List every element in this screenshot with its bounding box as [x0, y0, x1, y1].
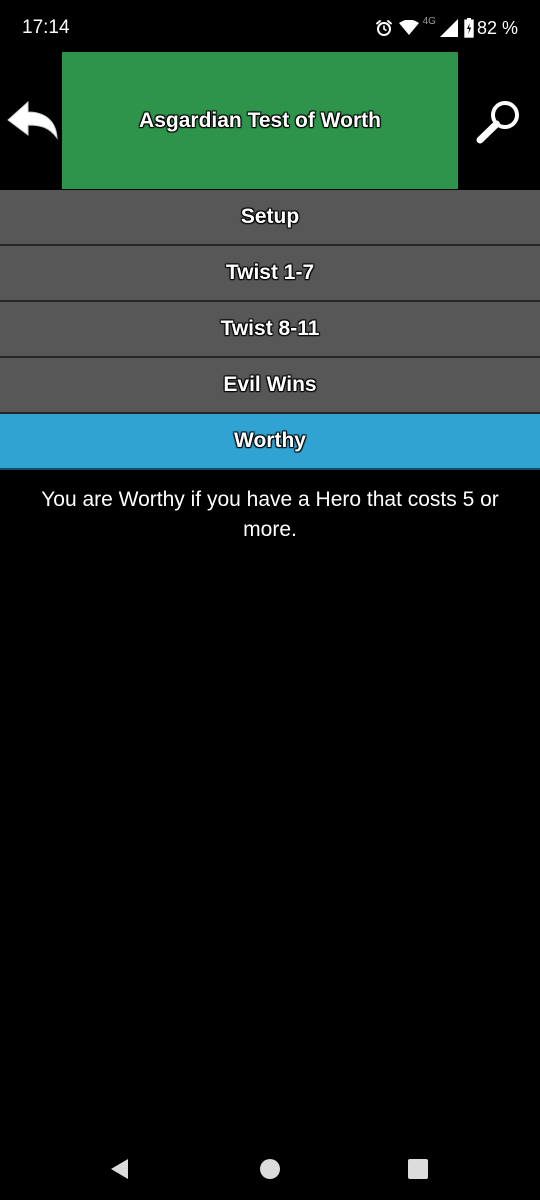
nav-back-icon [111, 1159, 128, 1179]
menu-item-label: Twist 1-7 [225, 261, 315, 284]
alarm-icon [375, 19, 393, 37]
section-description: You are Worthy if you have a Hero that c… [41, 488, 499, 541]
menu-item-twist-1-7[interactable]: Twist 1-7 [0, 246, 540, 302]
title-banner: Asgardian Test of Worth [62, 52, 458, 189]
status-time: 17:14 [22, 17, 70, 38]
nav-recents-icon [408, 1159, 428, 1179]
system-nav-bar [0, 1140, 540, 1196]
nav-home-icon [260, 1159, 280, 1179]
signal-icon [439, 19, 458, 37]
menu-item-setup[interactable]: Setup [0, 190, 540, 246]
status-icons: 4G 82 % [369, 14, 518, 42]
menu-item-worthy[interactable]: Worthy [0, 414, 540, 470]
nav-recents-button[interactable] [405, 1156, 431, 1182]
scheme-menu: Setup Twist 1-7 Twist 8-11 Evil Wins Wor… [0, 190, 540, 470]
battery-icon [464, 18, 474, 38]
menu-item-label: Twist 8-11 [220, 317, 320, 340]
menu-item-label: Evil Wins [223, 373, 317, 396]
back-button[interactable] [4, 98, 60, 148]
nav-back-button[interactable] [106, 1156, 132, 1182]
back-arrow-icon [7, 100, 58, 140]
app-screen: 17:14 4G 82 % Asgardian Test of Worth Se… [0, 0, 540, 1200]
page-title: Asgardian Test of Worth [139, 108, 381, 132]
search-button[interactable] [474, 98, 524, 146]
nav-home-button[interactable] [257, 1156, 283, 1182]
status-bar: 17:14 4G 82 % [0, 0, 540, 52]
wifi-icon [398, 20, 419, 36]
network-type-label: 4G [422, 15, 436, 27]
search-icon [476, 101, 519, 144]
menu-item-twist-8-11[interactable]: Twist 8-11 [0, 302, 540, 358]
menu-item-evil-wins[interactable]: Evil Wins [0, 358, 540, 414]
battery-percent: 82 % [476, 17, 518, 38]
menu-item-label: Worthy [234, 429, 306, 452]
menu-item-label: Setup [240, 205, 300, 228]
